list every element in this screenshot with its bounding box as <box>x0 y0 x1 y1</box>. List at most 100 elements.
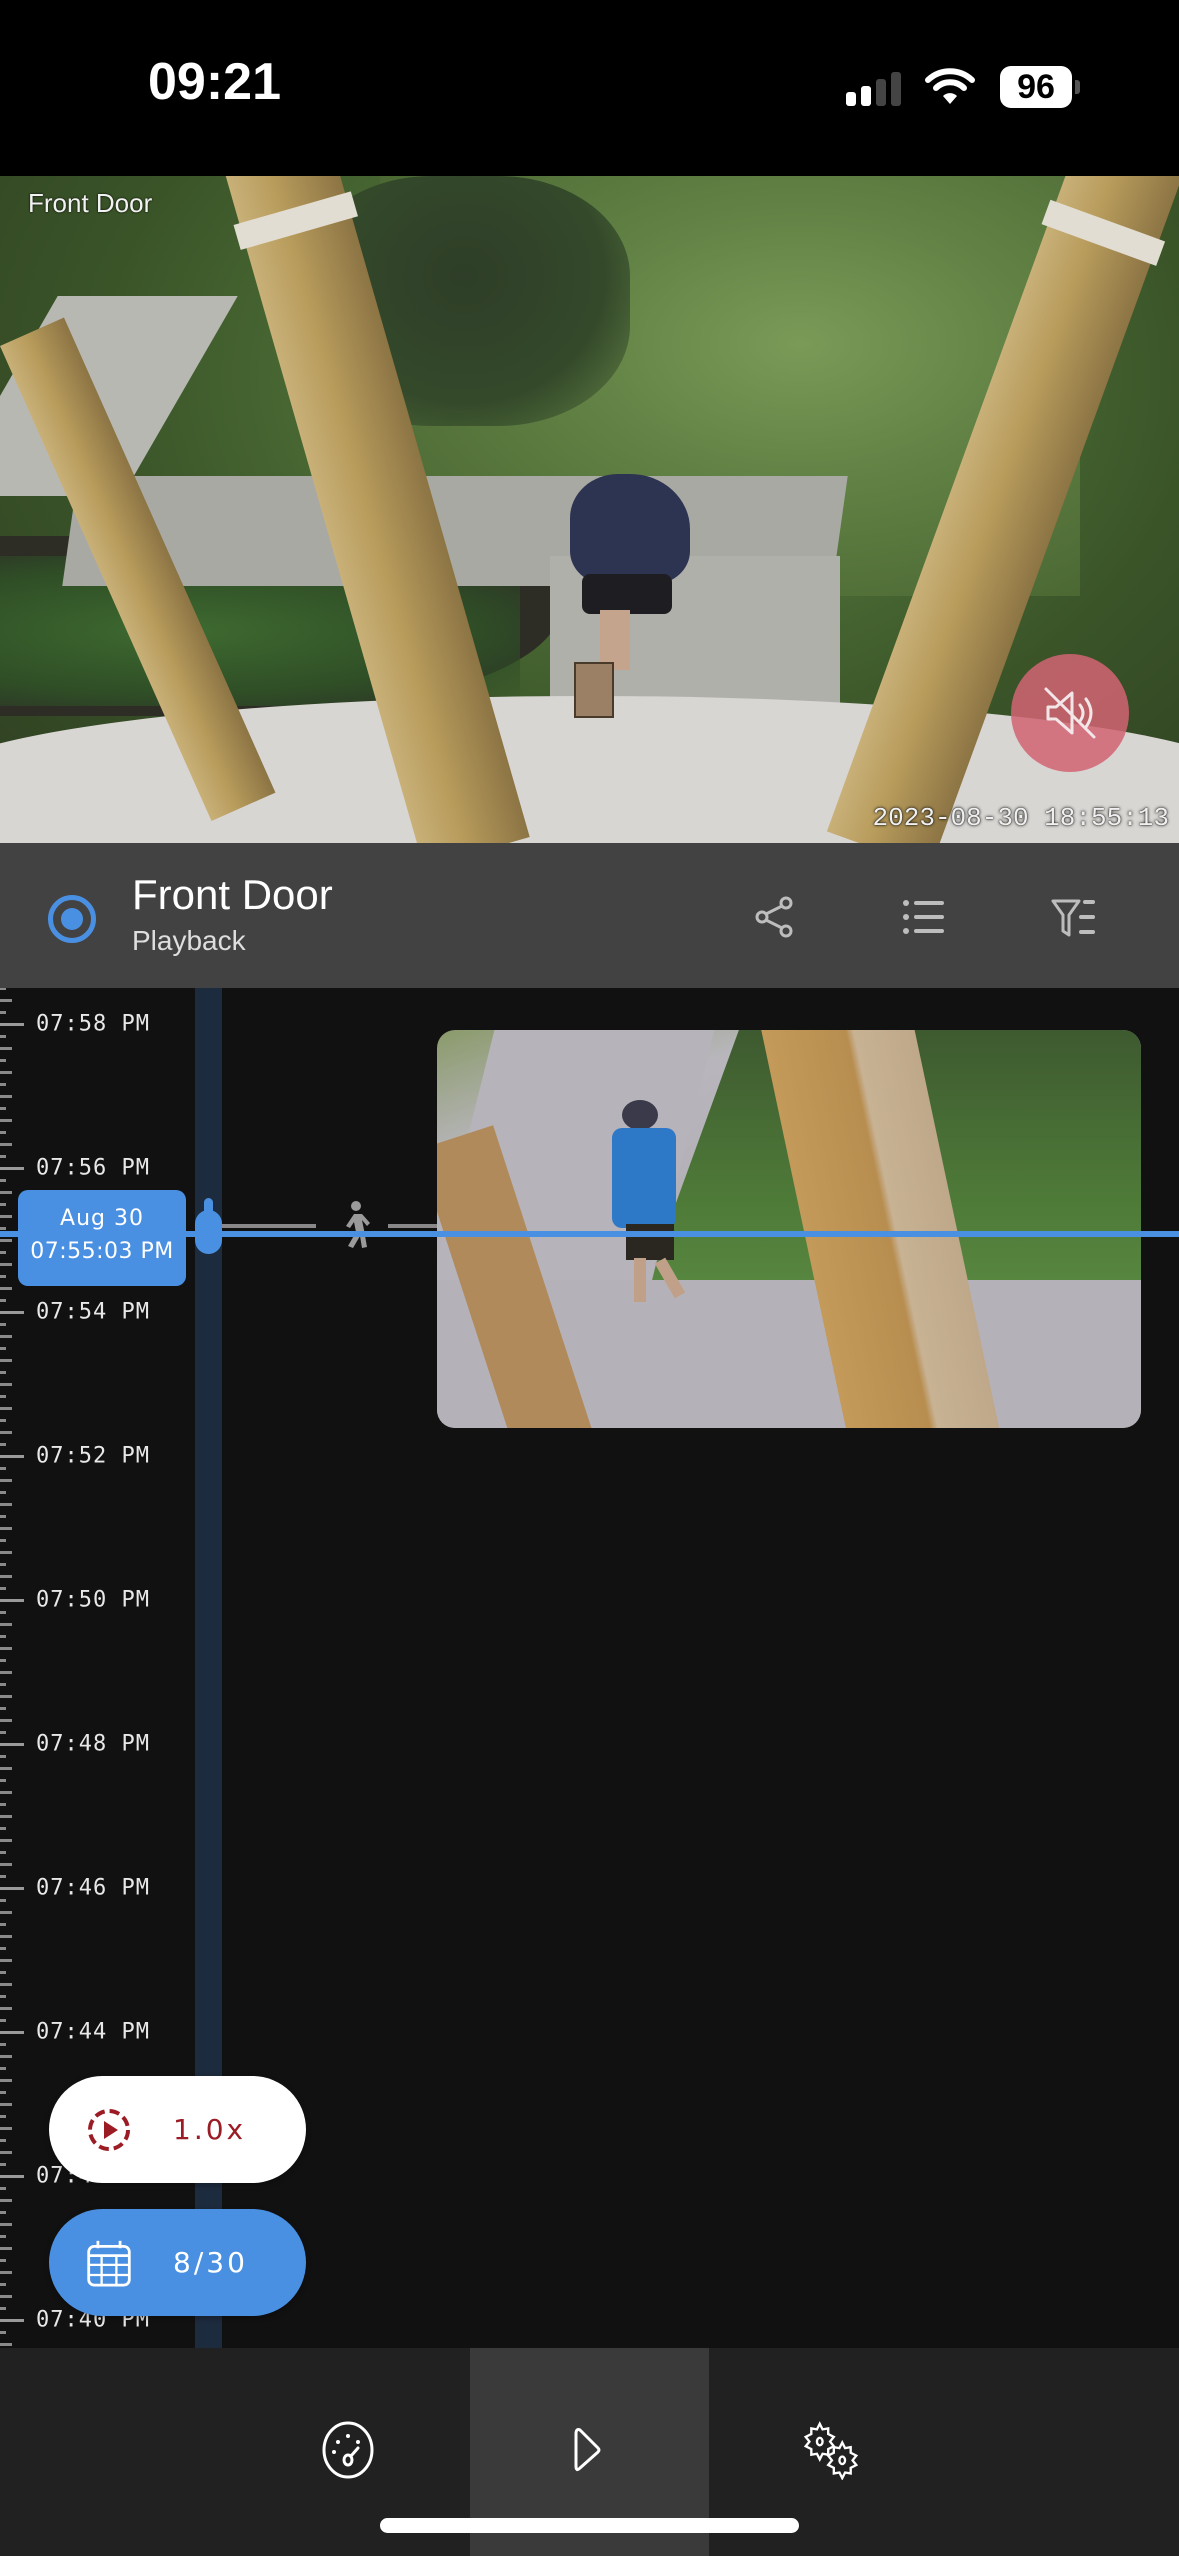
playback-speed-button[interactable]: 1.0x <box>49 2076 306 2183</box>
minor-tick <box>0 2067 6 2070</box>
minor-tick <box>0 1467 6 1470</box>
person-walking-icon[interactable] <box>336 1200 370 1250</box>
minor-tick <box>0 1119 12 1122</box>
minor-tick <box>0 1527 12 1530</box>
major-tick <box>0 2319 24 2322</box>
minor-tick <box>0 2343 12 2346</box>
minor-tick <box>0 1251 6 1254</box>
event-list-button[interactable] <box>894 887 954 947</box>
minor-tick <box>0 1323 6 1326</box>
minor-tick <box>0 1719 12 1722</box>
wifi-icon <box>924 66 976 106</box>
major-tick <box>0 1167 24 1170</box>
minor-tick <box>0 1083 6 1086</box>
minor-tick <box>0 2187 6 2190</box>
minor-tick <box>0 1275 6 1278</box>
minor-tick <box>0 1491 6 1494</box>
minor-tick <box>0 2283 6 2286</box>
minor-tick <box>0 1299 6 1302</box>
minor-tick <box>0 1671 12 1674</box>
current-time-badge: Aug 30 07:55:03 PM <box>18 1190 186 1286</box>
minor-tick <box>0 1647 12 1650</box>
minor-tick <box>0 1971 6 1974</box>
playhead-drag-handle[interactable] <box>195 1198 222 1254</box>
minor-tick <box>0 1407 12 1410</box>
minor-tick <box>0 1959 12 1962</box>
minor-tick <box>0 1215 12 1218</box>
minor-tick <box>0 2019 6 2022</box>
minor-tick <box>0 1179 6 1182</box>
person-in-frame <box>570 474 700 674</box>
event-segment <box>222 1224 316 1228</box>
minor-tick <box>0 2199 12 2202</box>
minor-tick <box>0 1695 12 1698</box>
minor-tick <box>0 1923 6 1926</box>
list-icon <box>903 900 944 934</box>
event-thumbnail[interactable] <box>437 1030 1141 1428</box>
dashboard-gauge-icon <box>322 2421 374 2479</box>
minor-tick <box>0 1503 12 1506</box>
time-tick-label: 07:44 PM <box>36 2019 150 2045</box>
filter-button[interactable] <box>1044 887 1104 947</box>
minor-tick <box>0 2211 6 2214</box>
minor-tick <box>0 2247 12 2250</box>
current-date: Aug 30 <box>60 1206 144 1231</box>
time-tick-label: 07:48 PM <box>36 1731 150 1757</box>
battery-icon: 96 <box>1000 66 1080 108</box>
minor-tick <box>0 1287 12 1290</box>
cellular-signal-icon <box>846 72 906 106</box>
camera-header: Front Door Playback <box>0 843 1179 988</box>
minor-tick <box>0 2235 6 2238</box>
minor-tick <box>0 1827 6 1830</box>
playback-speed-icon <box>88 2109 130 2151</box>
minor-tick <box>0 1035 6 1038</box>
major-tick <box>0 1311 24 1314</box>
minor-tick <box>0 1575 12 1578</box>
package <box>574 662 614 718</box>
minor-tick <box>0 1707 6 1710</box>
minor-tick <box>0 2127 12 2130</box>
minor-tick <box>0 1731 6 1734</box>
time-tick-label: 07:46 PM <box>36 1875 150 1901</box>
minor-tick <box>0 2115 6 2118</box>
recording-indicator-icon <box>48 895 96 943</box>
calendar-icon <box>87 2240 131 2287</box>
mute-button[interactable] <box>1011 654 1129 772</box>
minor-tick <box>0 2163 6 2166</box>
battery-level: 96 <box>1000 66 1072 108</box>
minor-tick <box>0 2307 6 2310</box>
speaker-muted-icon <box>1044 687 1096 739</box>
minor-tick <box>0 1011 6 1014</box>
minor-tick <box>0 988 6 990</box>
minor-tick <box>0 1983 12 1986</box>
minor-tick <box>0 2259 6 2262</box>
minor-tick <box>0 1239 12 1242</box>
minor-tick <box>0 1383 12 1386</box>
home-indicator[interactable] <box>380 2518 799 2533</box>
minor-tick <box>0 1911 12 1914</box>
minor-tick <box>0 1479 12 1482</box>
camera-title: Front Door <box>132 871 333 918</box>
current-time: 07:55:03 PM <box>30 1239 174 1264</box>
minor-tick <box>0 2271 12 2274</box>
minor-tick <box>0 1563 6 1566</box>
minor-tick <box>0 1359 12 1362</box>
major-tick <box>0 1743 24 1746</box>
mode-subtitle: Playback <box>132 925 246 956</box>
settings-gears-icon <box>803 2421 859 2480</box>
minor-tick <box>0 1107 6 1110</box>
minor-tick <box>0 1335 12 1338</box>
minor-tick <box>0 1419 6 1422</box>
event-segment <box>388 1224 438 1228</box>
minor-tick <box>0 2223 12 2226</box>
major-tick <box>0 1887 24 1890</box>
share-button[interactable] <box>744 887 804 947</box>
date-picker-button[interactable]: 8/30 <box>49 2209 306 2316</box>
camera-video-player[interactable]: Front Door 2023-08-30 18:55:13 <box>0 176 1179 843</box>
minor-tick <box>0 1155 6 1158</box>
minor-tick <box>0 1623 12 1626</box>
minor-tick <box>0 1095 12 1098</box>
minor-tick <box>0 2151 12 2154</box>
minor-tick <box>0 1203 6 1206</box>
share-icon <box>755 896 793 938</box>
